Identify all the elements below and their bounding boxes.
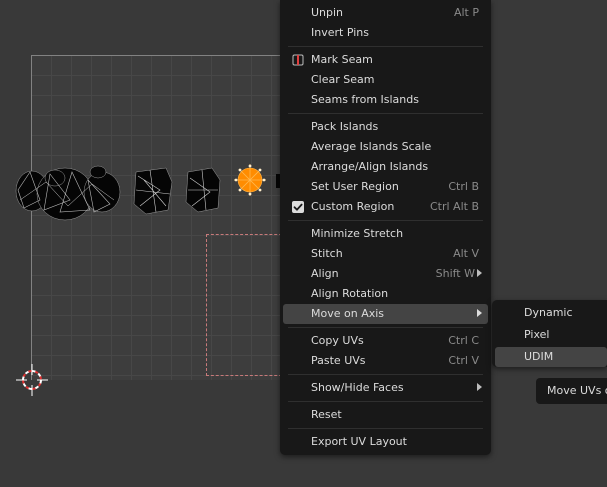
menu-item-mark-seam[interactable]: Mark Seam [283,50,488,70]
uv-island-selected [234,164,266,196]
menu-item-clear-seam[interactable]: Clear Seam [283,70,488,90]
menu-item-pack-islands[interactable]: Pack Islands [283,117,488,137]
submenu-item-udim[interactable]: UDIM [495,347,607,367]
submenu-arrow-icon [477,383,482,391]
menu-separator [288,401,483,402]
menu-item-label: Move on Axis [311,307,385,320]
uv-island-medium [133,167,173,215]
uv-island-small [185,167,221,213]
menu-item-move-on-axis[interactable]: Move on Axis [283,304,488,324]
menu-item-shortcut: Alt V [453,247,479,260]
menu-item-average-islands-scale[interactable]: Average Islands Scale [283,137,488,157]
menu-separator [288,220,483,221]
menu-item-label: Invert Pins [311,26,369,39]
menu-item-stitch[interactable]: Stitch Alt V [283,244,488,264]
mark-seam-icon [292,54,304,66]
menu-item-label: Reset [311,408,342,421]
menu-item-label: Average Islands Scale [311,140,432,153]
uv-islands[interactable] [10,160,300,222]
menu-item-label: Copy UVs [311,334,364,347]
menu-item-shortcut: Ctrl V [448,354,479,367]
menu-item-arrange-align-islands[interactable]: Arrange/Align Islands [283,157,488,177]
menu-item-shortcut: Ctrl B [448,180,479,193]
menu-separator [288,46,483,47]
submenu-item-pixel[interactable]: Pixel [495,325,607,345]
menu-item-invert-pins[interactable]: Invert Pins [283,23,488,43]
menu-item-label: Stitch [311,247,343,260]
uv-island-large [15,165,121,221]
menu-item-shortcut: Ctrl Alt B [429,200,479,213]
menu-item-label: Custom Region [311,200,395,213]
menu-item-label: Unpin [311,6,344,19]
tooltip: Move UVs o [536,378,607,404]
menu-item-label: Paste UVs [311,354,366,367]
submenu-item-dynamic[interactable]: Dynamic [495,303,607,323]
menu-item-label: Minimize Stretch [311,227,404,240]
menu-separator [288,113,483,114]
menu-separator [288,374,483,375]
submenu-arrow-icon [477,309,482,317]
menu-item-seams-from-islands[interactable]: Seams from Islands [283,90,488,110]
menu-item-minimize-stretch[interactable]: Minimize Stretch [283,224,488,244]
move-on-axis-submenu: Dynamic Pixel UDIM [492,300,607,367]
uv-context-menu: Unpin Alt P Invert Pins Mark Seam Clear … [280,0,491,455]
2d-cursor-icon[interactable] [14,362,50,398]
menu-item-label: Export UV Layout [311,435,407,448]
menu-item-copy-uvs[interactable]: Copy UVs Ctrl C [283,331,488,351]
menu-item-label: Set User Region [311,180,399,193]
menu-item-label: Clear Seam [311,73,375,86]
menu-item-label: Pixel [524,328,550,341]
menu-item-label: Align [311,267,339,280]
menu-item-label: Mark Seam [311,53,373,66]
menu-item-label: UDIM [524,350,554,363]
tooltip-text: Move UVs o [547,384,607,397]
menu-item-label: Seams from Islands [311,93,419,106]
menu-separator [288,327,483,328]
menu-separator [288,428,483,429]
menu-item-label: Arrange/Align Islands [311,160,429,173]
menu-item-shortcut: Ctrl C [448,334,479,347]
menu-item-reset[interactable]: Reset [283,405,488,425]
menu-item-label: Dynamic [524,306,573,319]
checkbox-checked-icon[interactable] [292,201,304,213]
menu-item-label: Align Rotation [311,287,389,300]
menu-item-set-user-region[interactable]: Set User Region Ctrl B [283,177,488,197]
menu-item-show-hide-faces[interactable]: Show/Hide Faces [283,378,488,398]
menu-item-custom-region[interactable]: Custom Region Ctrl Alt B [283,197,488,217]
menu-item-export-uv-layout[interactable]: Export UV Layout [283,432,488,452]
menu-item-label: Show/Hide Faces [311,381,404,394]
menu-item-shortcut: Shift W [435,267,475,280]
menu-item-label: Pack Islands [311,120,379,133]
menu-item-shortcut: Alt P [453,6,479,19]
menu-item-align[interactable]: Align Shift W [283,264,488,284]
menu-item-unpin[interactable]: Unpin Alt P [283,3,488,23]
custom-region-box [206,234,287,376]
submenu-arrow-icon [477,269,482,277]
menu-item-align-rotation[interactable]: Align Rotation [283,284,488,304]
menu-item-paste-uvs[interactable]: Paste UVs Ctrl V [283,351,488,371]
